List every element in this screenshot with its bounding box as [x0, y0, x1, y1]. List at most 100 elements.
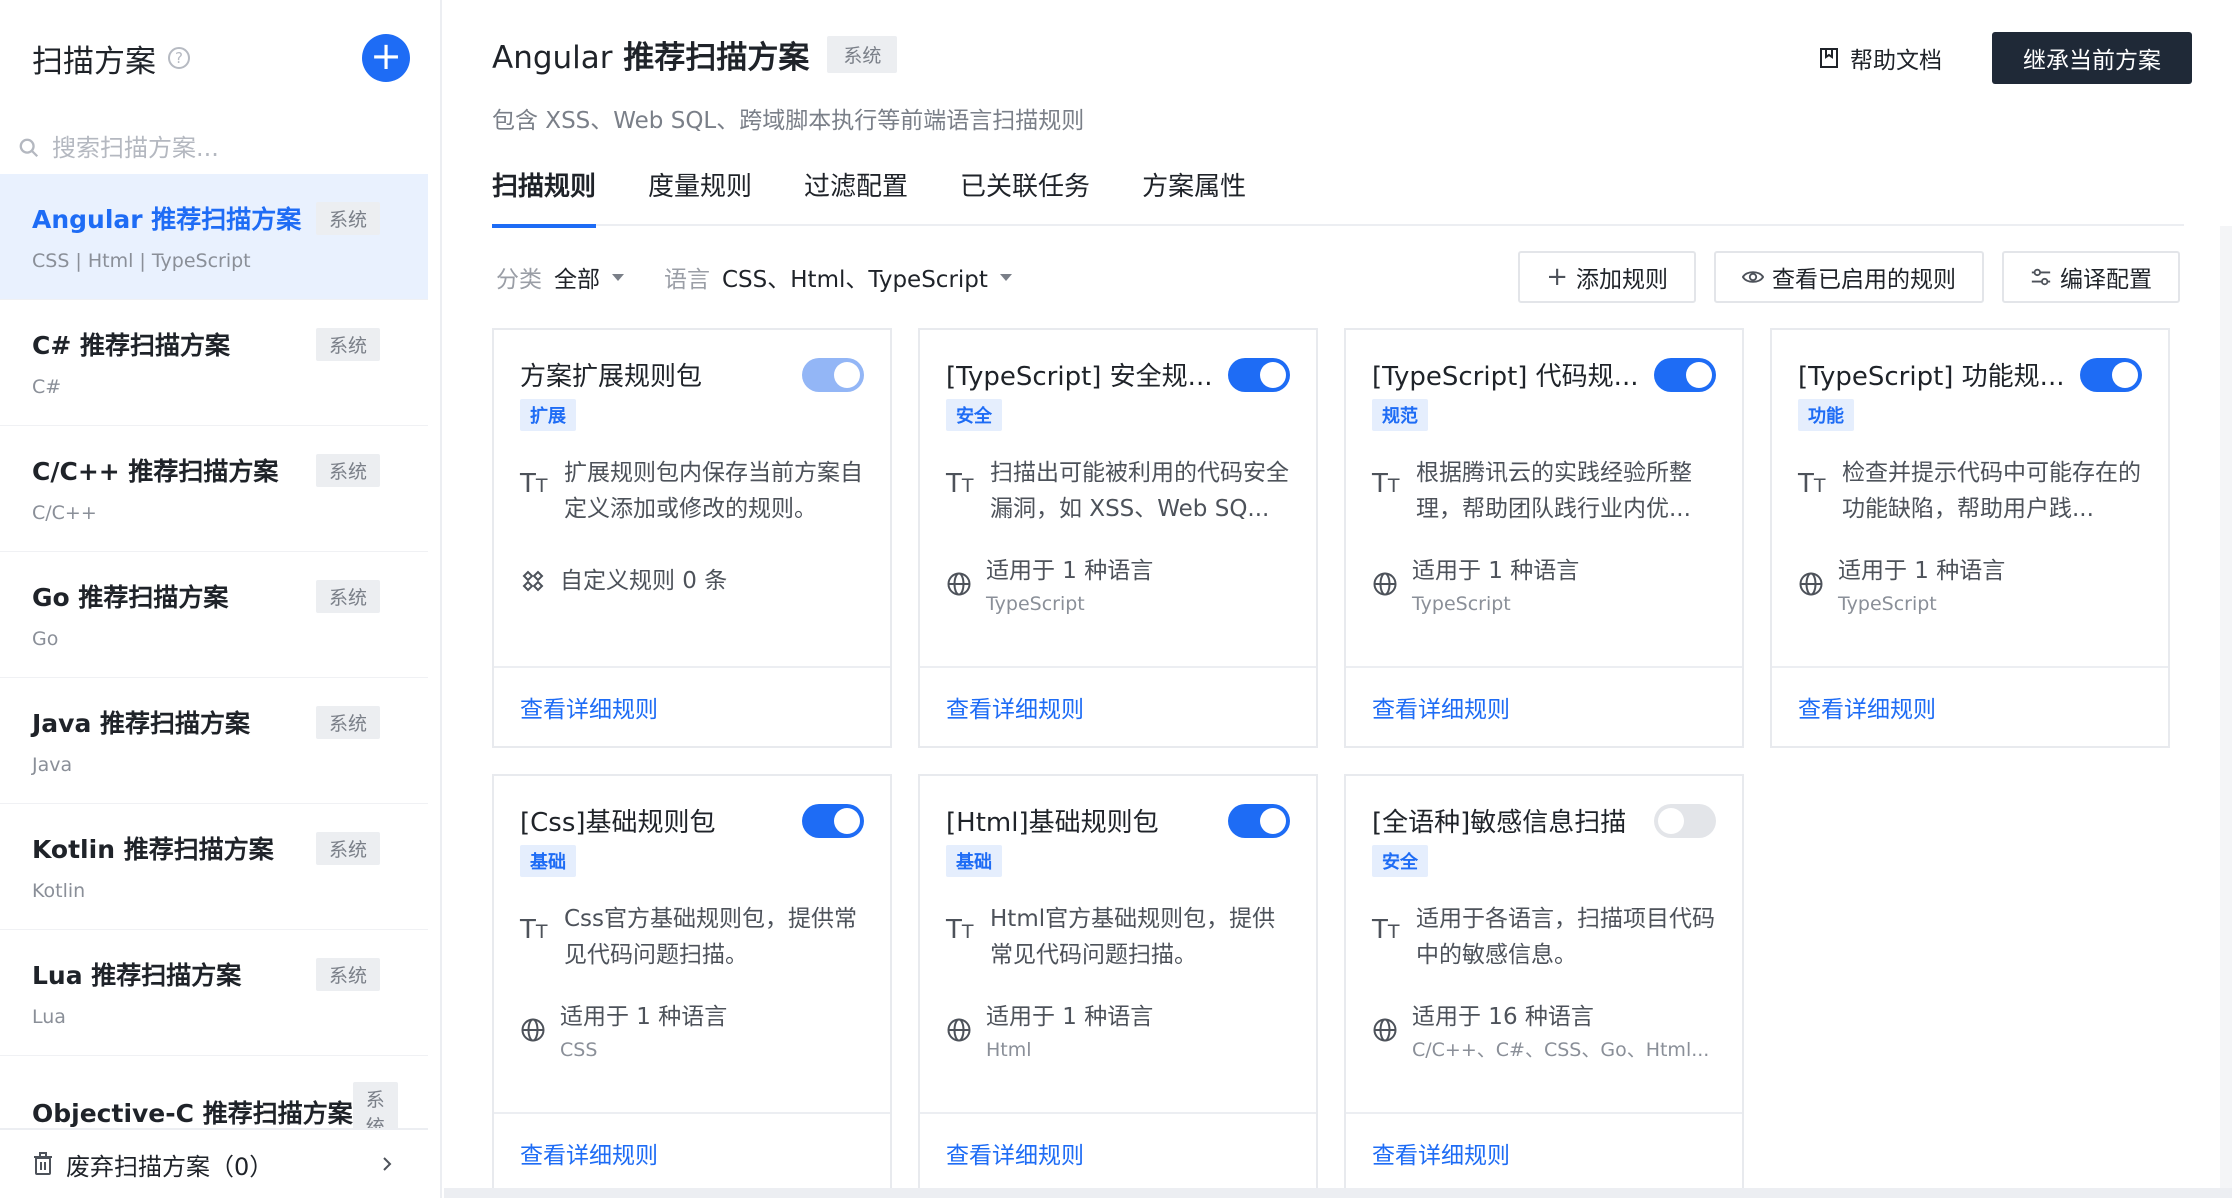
card-title: [TypeScript] 功能规...: [1798, 362, 2065, 392]
system-tag: 系统: [315, 705, 380, 739]
caret-down-icon: [612, 273, 624, 281]
scheme-item-csharp[interactable]: C# 推荐扫描方案 系统 C#: [0, 300, 428, 426]
enable-toggle[interactable]: [1654, 357, 1716, 392]
globe-icon: [1799, 572, 1823, 596]
text-icon: TT: [1372, 915, 1400, 945]
settings-sliders-icon: [2031, 268, 2051, 286]
tab-linked-tasks[interactable]: 已关联任务: [960, 162, 1090, 226]
card-languages: C/C++、C#、CSS、Go、Html...: [1412, 1039, 1710, 1061]
rule-package-card: [TypeScript] 安全规... 安全 TT 扫描出可能被利用的代码安全漏洞，如…: [918, 328, 1318, 748]
scheme-name: Angular 推荐扫描方案: [32, 205, 302, 234]
card-title: 方案扩展规则包: [520, 362, 703, 392]
card-description: Css官方基础规则包，提供常见代码问题扫描。: [564, 906, 858, 968]
eye-icon: [1742, 271, 1764, 283]
globe-icon: [1373, 572, 1397, 596]
vertical-scrollbar[interactable]: [2220, 226, 2232, 1198]
scheme-name: Go 推荐扫描方案: [32, 583, 229, 612]
tab-scheme-properties[interactable]: 方案属性: [1142, 162, 1246, 226]
tab-scan-rules[interactable]: 扫描规则: [492, 162, 597, 228]
scheme-item-go[interactable]: Go 推荐扫描方案 系统 Go: [0, 552, 428, 678]
card-meta: 适用于 1 种语言: [986, 558, 1154, 584]
scheme-item-angular[interactable]: Angular 推荐扫描方案 系统 CSS | Html | TypeScrip…: [0, 174, 428, 300]
card-languages: TypeScript: [1838, 593, 1937, 615]
enable-toggle[interactable]: [1654, 803, 1716, 838]
card-languages: TypeScript: [986, 593, 1085, 615]
globe-icon: [947, 572, 971, 596]
view-rule-details-link[interactable]: 查看详细规则: [520, 1136, 658, 1170]
help-icon[interactable]: ?: [168, 47, 190, 69]
scheme-name: Lua 推荐扫描方案: [32, 961, 242, 990]
category-tag: 基础: [520, 845, 576, 877]
scheme-item-kotlin[interactable]: Kotlin 推荐扫描方案 系统 Kotlin: [0, 804, 428, 930]
enable-toggle[interactable]: [1228, 357, 1290, 392]
scheme-item-lua[interactable]: Lua 推荐扫描方案 系统 Lua: [0, 930, 428, 1056]
enable-toggle[interactable]: [802, 357, 864, 392]
add-rule-button[interactable]: + 添加规则: [1518, 251, 1696, 303]
add-scheme-button[interactable]: +: [362, 34, 410, 82]
rule-package-card: [Html]基础规则包 基础 TT Html官方基础规则包，提供常见代码问题扫描。 适用…: [918, 774, 1318, 1194]
card-description: 根据腾讯云的实践经验所整理，帮助团队践行业内优...: [1416, 460, 1692, 522]
sidebar-search: [16, 128, 426, 168]
card-languages: Html: [986, 1039, 1032, 1061]
text-icon: TT: [1798, 469, 1826, 499]
help-doc-link[interactable]: 帮助文档: [1818, 41, 1942, 75]
tab-bar: 扫描规则 度量规则 过滤配置 已关联任务 方案属性: [492, 162, 2184, 228]
card-title: [Html]基础规则包: [946, 808, 1159, 838]
rule-package-card: 方案扩展规则包 扩展 TT 扩展规则包内保存当前方案自定义添加或修改的规则。 自定义规则…: [492, 328, 892, 748]
category-tag: 基础: [946, 845, 1002, 877]
view-enabled-rules-button[interactable]: 查看已启用的规则: [1714, 251, 1984, 303]
scheme-langs: Lua: [32, 1006, 66, 1028]
horizontal-scrollbar[interactable]: [444, 1188, 2232, 1198]
main-content: Angular 推荐扫描方案 系统 包含 XSS、Web SQL、跨域脚本执行等…: [444, 0, 2232, 1198]
scheme-item-cpp[interactable]: C/C++ 推荐扫描方案 系统 C/C++: [0, 426, 428, 552]
enable-toggle[interactable]: [802, 803, 864, 838]
enable-toggle[interactable]: [2080, 357, 2142, 392]
card-description: 扩展规则包内保存当前方案自定义添加或修改的规则。: [564, 460, 863, 522]
rule-package-grid: 方案扩展规则包 扩展 TT 扩展规则包内保存当前方案自定义添加或修改的规则。 自定义规则…: [492, 328, 2192, 1194]
card-description: 适用于各语言，扫描项目代码中的敏感信息。: [1416, 906, 1715, 968]
scheme-list: Angular 推荐扫描方案 系统 CSS | Html | TypeScrip…: [0, 174, 428, 1182]
view-rule-details-link[interactable]: 查看详细规则: [1372, 1136, 1510, 1170]
sidebar-title: 扫描方案: [32, 43, 156, 80]
card-meta: 适用于 1 种语言: [1412, 558, 1580, 584]
rule-package-card: [TypeScript] 代码规... 规范 TT 根据腾讯云的实践经验所整理，帮助团…: [1344, 328, 1744, 748]
text-icon: TT: [520, 915, 548, 945]
search-input[interactable]: [52, 134, 392, 162]
view-rule-details-link[interactable]: 查看详细规则: [520, 690, 658, 724]
text-icon: TT: [946, 469, 974, 499]
view-rule-details-link[interactable]: 查看详细规则: [1372, 690, 1510, 724]
system-tag: 系统: [827, 36, 898, 73]
document-icon: [1820, 48, 1838, 68]
view-rule-details-link[interactable]: 查看详细规则: [1798, 690, 1936, 724]
compile-config-button[interactable]: 编译配置: [2002, 251, 2180, 303]
scheme-name: Java 推荐扫描方案: [32, 709, 251, 738]
category-filter[interactable]: 分类 全部: [496, 260, 624, 294]
filter-bar: 分类 全部 语言 CSS、Html、TypeScript + 添加规则 查看已启…: [496, 250, 2180, 304]
scheme-name: Objective-C 推荐扫描方案: [32, 1099, 353, 1128]
tab-metric-rules[interactable]: 度量规则: [648, 162, 752, 226]
tab-filter-config[interactable]: 过滤配置: [804, 162, 908, 226]
text-icon: TT: [520, 469, 548, 499]
language-filter[interactable]: 语言 CSS、Html、TypeScript: [664, 260, 1012, 294]
rule-package-card: [TypeScript] 功能规... 功能 TT 检查并提示代码中可能存在的功能缺陷…: [1770, 328, 2170, 748]
enable-toggle[interactable]: [1228, 803, 1290, 838]
search-icon: [19, 138, 39, 158]
card-description: Html官方基础规则包，提供常见代码问题扫描。: [990, 906, 1276, 968]
page-title: Angular 推荐扫描方案: [492, 40, 810, 76]
category-tag: 扩展: [520, 399, 576, 431]
sidebar: 扫描方案 ? + Angular 推荐扫描方案 系统 CSS | Html | …: [0, 0, 442, 1198]
text-icon: TT: [946, 915, 974, 945]
globe-icon: [947, 1018, 971, 1042]
card-meta: 适用于 16 种语言: [1412, 1004, 1594, 1030]
view-rule-details-link[interactable]: 查看详细规则: [946, 690, 1084, 724]
deprecated-schemes-link[interactable]: 废弃扫描方案（0）: [0, 1128, 428, 1198]
scheme-name: C/C++ 推荐扫描方案: [32, 457, 279, 486]
inherit-scheme-button[interactable]: 继承当前方案: [1992, 32, 2192, 84]
view-rule-details-link[interactable]: 查看详细规则: [946, 1136, 1084, 1170]
plus-icon: +: [1546, 262, 1568, 292]
scheme-item-java[interactable]: Java 推荐扫描方案 系统 Java: [0, 678, 428, 804]
card-languages: TypeScript: [1412, 593, 1511, 615]
globe-icon: [1373, 1018, 1397, 1042]
category-tag: 安全: [946, 399, 1002, 431]
scheme-langs: C/C++: [32, 502, 97, 524]
